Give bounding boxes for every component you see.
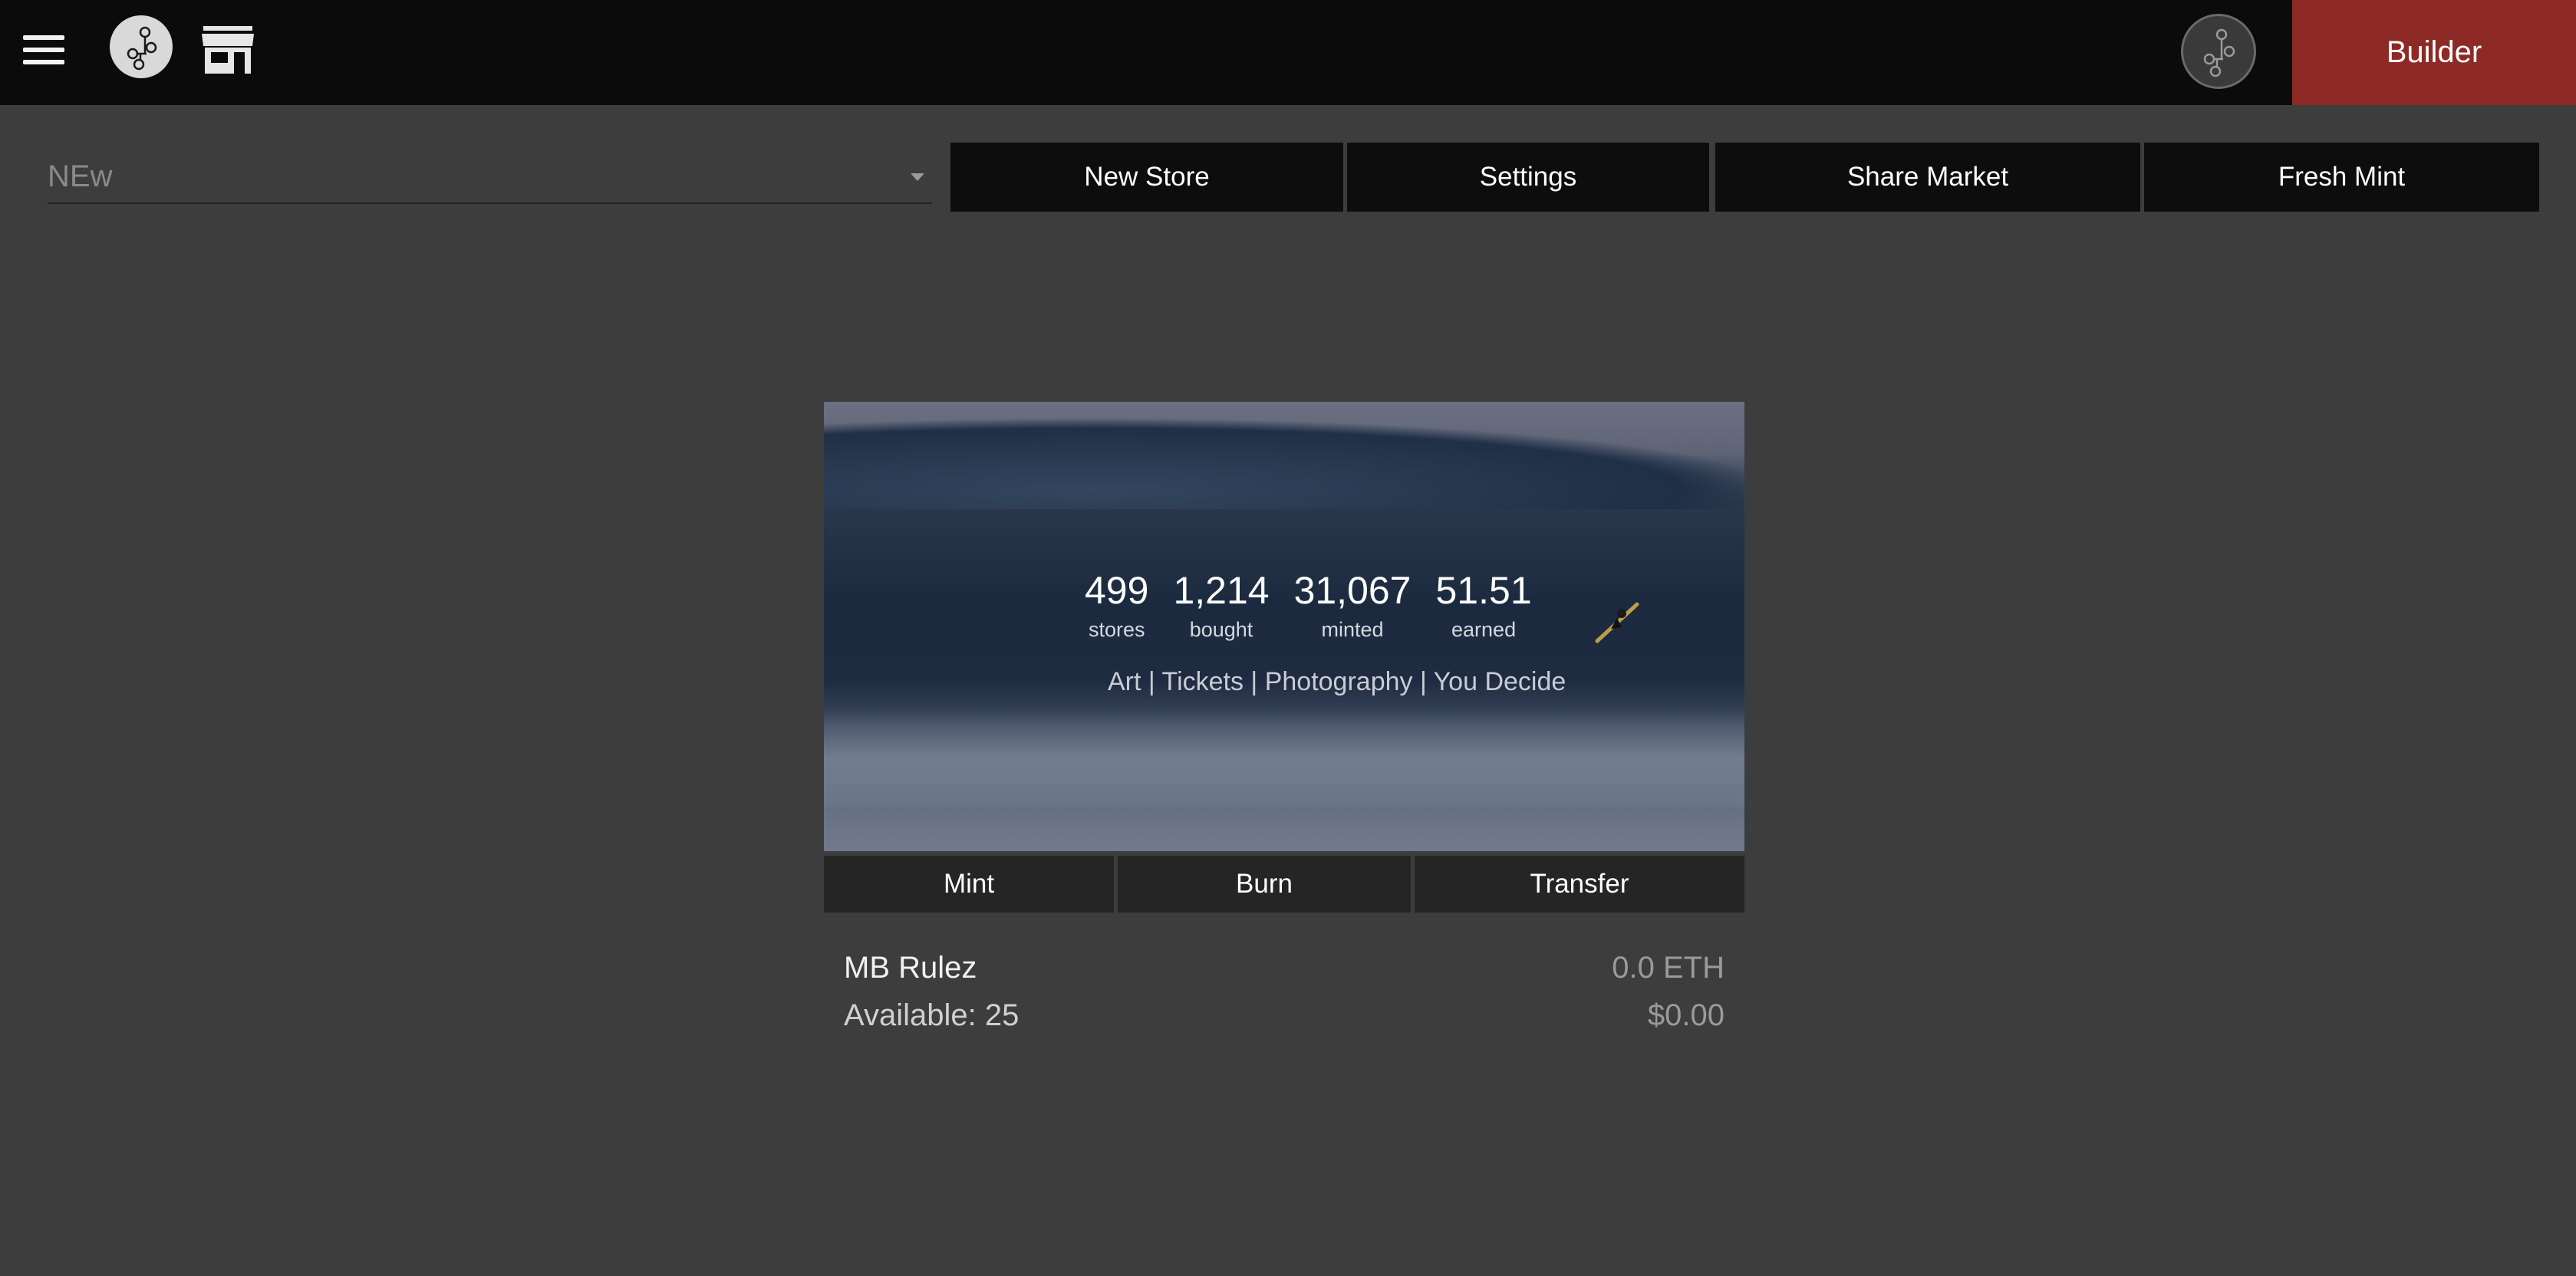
item-price-eth: 0.0 ETH xyxy=(1612,951,1724,985)
store-tagline: Art | Tickets | Photography | You Decide xyxy=(1108,667,1566,696)
store-select[interactable]: NEw xyxy=(48,150,932,204)
store-stats: 499 stores 1,214 bought 31,067 minted 51… xyxy=(1085,569,1576,646)
chevron-down-icon xyxy=(911,173,924,181)
mint-button[interactable]: Mint xyxy=(824,856,1114,913)
item-price-usd: $0.00 xyxy=(1647,998,1724,1032)
stat-value: 1,214 xyxy=(1173,569,1270,612)
stat-stores: 499 stores xyxy=(1085,569,1148,646)
stat-label: minted xyxy=(1321,618,1384,641)
top-bar: Builder xyxy=(0,0,2576,105)
wave-foam xyxy=(824,709,1744,808)
settings-button[interactable]: Settings xyxy=(1347,143,1709,212)
wave-crest xyxy=(824,417,1744,509)
menu-line xyxy=(23,60,64,64)
network-logo-icon[interactable] xyxy=(110,15,173,78)
store-select-value: NEw xyxy=(48,160,113,193)
stat-label: bought xyxy=(1189,618,1253,641)
menu-line xyxy=(23,35,64,40)
surfer-figure xyxy=(1595,602,1639,643)
stat-label: stores xyxy=(1088,618,1145,641)
storefront-graphic xyxy=(202,26,254,74)
stat-value: 499 xyxy=(1085,569,1149,612)
share-market-button[interactable]: Share Market xyxy=(1715,143,2140,212)
network-logo-graphic xyxy=(127,26,157,71)
stat-earned: 51.51 earned xyxy=(1436,569,1532,646)
menu-line xyxy=(23,48,64,52)
builder-button[interactable]: Builder xyxy=(2292,0,2576,105)
stat-bought: 1,214 bought xyxy=(1173,569,1269,646)
stat-label: earned xyxy=(1451,618,1517,641)
item-available: Available: 25 xyxy=(844,998,1020,1032)
fresh-mint-button[interactable]: Fresh Mint xyxy=(2144,143,2539,212)
stat-value: 51.51 xyxy=(1435,569,1532,612)
transfer-button[interactable]: Transfer xyxy=(1415,856,1744,913)
new-store-button[interactable]: New Store xyxy=(950,143,1343,212)
hamburger-menu-icon[interactable] xyxy=(21,31,68,71)
avatar-graphic xyxy=(2203,28,2235,77)
store-banner-image[interactable]: 499 stores 1,214 bought 31,067 minted 51… xyxy=(824,402,1744,851)
stat-value: 31,067 xyxy=(1293,569,1412,612)
burn-button[interactable]: Burn xyxy=(1118,856,1411,913)
storefront-icon[interactable] xyxy=(200,25,255,75)
card-actions: Mint Burn Transfer xyxy=(824,856,1744,913)
stat-minted: 31,067 minted xyxy=(1294,569,1412,646)
network-avatar-icon[interactable] xyxy=(2181,14,2256,89)
item-name: MB Rulez xyxy=(844,951,977,985)
